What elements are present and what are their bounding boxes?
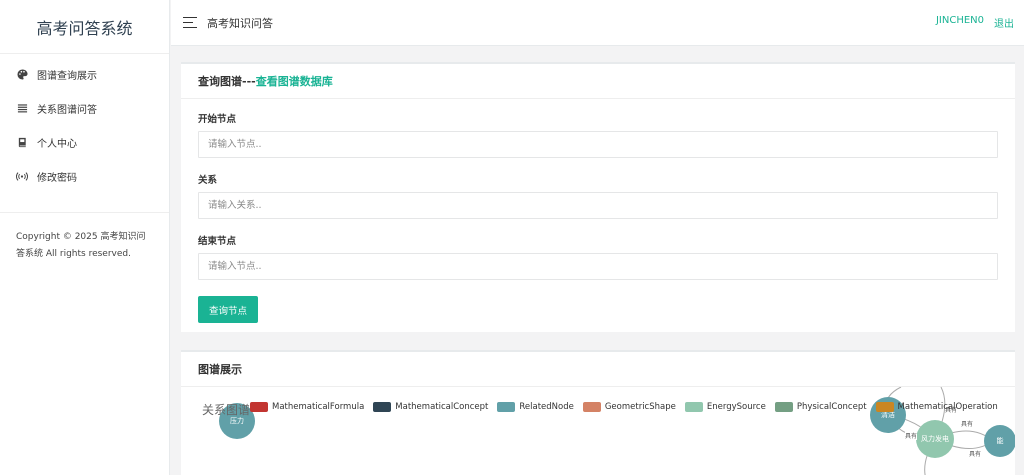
sidebar-item-profile[interactable]: 个人中心 [0,125,169,159]
legend-label: EnergySource [706,402,766,412]
legend-label: PhysicalConcept [796,402,867,412]
legend-swatch [774,402,793,412]
broadcast-icon [15,169,29,183]
sidebar-item-label: 修改密码 [37,172,77,184]
list-icon [15,101,29,115]
legend-item[interactable]: PhysicalConcept [774,402,867,412]
sidebar-item-graph-query[interactable]: 图谱查询展示 [0,57,169,91]
query-node-button[interactable]: 查询节点 [198,296,259,323]
query-card-header: 查询图谱--- 查看图谱数据库 [181,64,1015,99]
hamburger-menu-icon[interactable] [183,16,199,29]
relation-label: 关系 [198,175,218,186]
query-form: 开始节点 关系 结束节点 查询节点 [181,99,1015,323]
top-navbar: 高考知识问答 JINCHEN0 退出 [171,0,1024,46]
palette-icon [15,67,29,81]
knowledge-graph-canvas[interactable]: 压力 清洁 风力发电 能 具有 具有 具有 具有 关系图谱 Mathematic… [181,387,1015,475]
end-node-label: 结束节点 [198,236,237,247]
legend-item[interactable]: GeometricShape [582,402,676,412]
edge-label: 具有 [905,431,918,440]
legend-label: RelatedNode [519,402,574,412]
user-name-link[interactable]: JINCHEN0 [936,15,984,30]
graph-card: 图谱展示 压力 清洁 风力发电 能 具有 具有 具有 具有 关系图谱 Mathe… [181,350,1015,475]
query-card-title: 查询图谱--- [198,75,256,88]
page-title: 高考知识问答 [207,16,273,30]
end-node-input[interactable] [198,253,998,280]
legend-item[interactable]: RelatedNode [497,402,574,412]
legend-swatch [373,402,392,412]
edge-label: 具有 [961,419,974,428]
legend-label: GeometricShape [604,402,676,412]
legend-item[interactable]: MathematicalOperation [875,402,998,412]
sidebar-item-label: 个人中心 [37,138,77,150]
legend-swatch [875,402,894,412]
view-graph-database-link[interactable]: 查看图谱数据库 [256,73,333,89]
sidebar-item-label: 关系图谱问答 [37,104,97,116]
sidebar-item-relation-qa[interactable]: 关系图谱问答 [0,91,169,125]
edge-label: 具有 [969,449,982,458]
legend-label: MathematicalOperation [897,402,998,412]
legend-item[interactable]: EnergySource [684,402,766,412]
legend-swatch [250,402,268,412]
legend-item[interactable]: MathematicalFormula [250,402,364,412]
book-icon [15,135,29,149]
legend-swatch [497,402,516,412]
sidebar: 高考问答系统 图谱查询展示 关系图谱问答 个人中心 修改密码 Copyright… [0,0,170,475]
app-brand: 高考问答系统 [0,0,169,54]
node-label: 能 [996,437,1004,445]
legend-swatch [582,402,601,412]
sidebar-item-label: 图谱查询展示 [37,70,97,82]
logout-link[interactable]: 退出 [994,15,1014,30]
copyright-text: Copyright © 2025 高考知识问答系统 All rights res… [16,232,146,259]
query-card: 查询图谱--- 查看图谱数据库 开始节点 关系 结束节点 查询节点 [181,62,1015,332]
graph-chart-title: 关系图谱 [202,403,251,417]
legend-label: MathematicalFormula [272,402,365,412]
node-label: 风力发电 [921,435,949,443]
legend-item[interactable]: MathematicalConcept [373,402,488,412]
start-node-label: 开始节点 [198,114,237,125]
start-node-input[interactable] [198,131,998,158]
graph-card-title: 图谱展示 [198,363,242,376]
graph-node[interactable]: 能 [984,425,1015,457]
sidebar-item-change-password[interactable]: 修改密码 [0,159,169,193]
graph-node[interactable]: 风力发电 [916,420,954,458]
graph-legend: MathematicalFormula MathematicalConcept … [250,402,1007,412]
graph-card-header: 图谱展示 [181,352,1015,387]
legend-swatch [684,402,703,412]
legend-label: MathematicalConcept [395,402,489,412]
relation-input[interactable] [198,192,998,219]
